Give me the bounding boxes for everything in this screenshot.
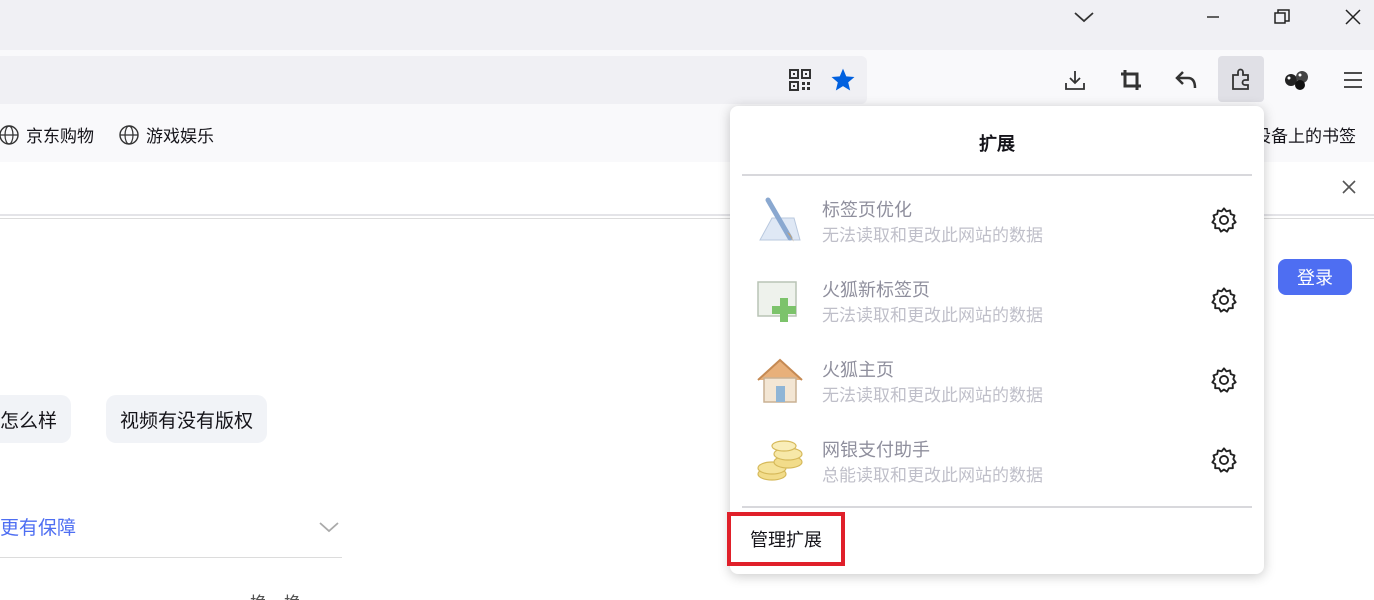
notification-close-icon[interactable] bbox=[1340, 178, 1360, 198]
hamburger-menu-icon[interactable] bbox=[1330, 57, 1374, 103]
tab-optimize-icon bbox=[754, 194, 806, 246]
home-icon bbox=[754, 354, 806, 406]
extension-item[interactable]: 火狐新标签页 无法读取和更改此网站的数据 bbox=[742, 262, 1252, 340]
manage-extensions-label: 管理扩展 bbox=[750, 530, 822, 551]
extension-permission: 总能读取和更改此网站的数据 bbox=[822, 466, 1043, 486]
bookmark-item[interactable]: 游戏娱乐 bbox=[118, 122, 214, 147]
title-bar bbox=[0, 0, 1374, 50]
panel-divider bbox=[742, 506, 1252, 508]
new-tab-plus-icon bbox=[754, 274, 806, 326]
gear-icon[interactable] bbox=[1210, 206, 1238, 234]
other-bookmarks-label: 设备上的书签 bbox=[1254, 127, 1356, 147]
list-all-tabs-chevron-icon[interactable] bbox=[1061, 0, 1107, 34]
panel-divider bbox=[742, 174, 1252, 176]
divider bbox=[0, 557, 342, 558]
extension-item[interactable]: 火狐主页 无法读取和更改此网站的数据 bbox=[742, 342, 1252, 420]
extension-name: 网银支付助手 bbox=[822, 440, 930, 461]
restore-button[interactable] bbox=[1259, 0, 1305, 34]
screenshot-crop-icon[interactable] bbox=[1108, 57, 1154, 103]
extension-name: 火狐主页 bbox=[822, 360, 894, 381]
extensions-panel: 扩展 标签页优化 无法读取和更改此网站的数据 火狐新标签页 无法读取和更改此网站… bbox=[727, 106, 1264, 574]
extension-balls-icon[interactable] bbox=[1274, 57, 1320, 103]
bookmark-star-icon[interactable] bbox=[830, 67, 856, 93]
extension-permission: 无法读取和更改此网站的数据 bbox=[822, 226, 1043, 246]
extension-permission: 无法读取和更改此网站的数据 bbox=[822, 306, 1043, 326]
login-button[interactable]: 登录 bbox=[1278, 259, 1352, 295]
undo-arrow-icon[interactable] bbox=[1163, 57, 1209, 103]
qr-code-icon[interactable] bbox=[788, 68, 812, 92]
gear-icon[interactable] bbox=[1210, 366, 1238, 394]
panel-title: 扩展 bbox=[979, 134, 1015, 155]
bookmark-label: 游戏娱乐 bbox=[146, 127, 214, 147]
suggestion-chip[interactable]: 视频有没有版权 bbox=[106, 395, 268, 443]
gear-icon[interactable] bbox=[1210, 446, 1238, 474]
suggestion-chip[interactable]: 怎么样 bbox=[0, 395, 72, 443]
downloads-icon[interactable] bbox=[1052, 57, 1098, 103]
manage-extensions-button[interactable]: 管理扩展 bbox=[727, 512, 845, 566]
guarantee-link[interactable]: 更有保障 bbox=[0, 513, 76, 540]
globe-icon bbox=[0, 124, 19, 145]
expand-chevron-icon[interactable] bbox=[318, 519, 340, 538]
bookmark-item[interactable]: 京东购物 bbox=[0, 122, 94, 147]
navigation-toolbar bbox=[0, 50, 1374, 108]
refresh-link[interactable]: 换一换 bbox=[250, 589, 301, 600]
close-window-button[interactable] bbox=[1330, 0, 1374, 34]
other-bookmarks-folder[interactable]: 设备上的书签 bbox=[1254, 122, 1356, 147]
extensions-puzzle-button[interactable] bbox=[1218, 56, 1264, 102]
extension-name: 火狐新标签页 bbox=[822, 280, 930, 301]
bookmark-label: 京东购物 bbox=[26, 127, 94, 147]
minimize-button[interactable] bbox=[1190, 0, 1236, 34]
globe-icon bbox=[119, 124, 139, 145]
coins-icon bbox=[754, 434, 806, 486]
extension-item[interactable]: 标签页优化 无法读取和更改此网站的数据 bbox=[742, 182, 1252, 260]
gear-icon[interactable] bbox=[1210, 286, 1238, 314]
extension-permission: 无法读取和更改此网站的数据 bbox=[822, 386, 1043, 406]
extension-item[interactable]: 网银支付助手 总能读取和更改此网站的数据 bbox=[742, 422, 1252, 500]
url-bar[interactable] bbox=[0, 56, 867, 104]
extension-name: 标签页优化 bbox=[822, 200, 912, 221]
